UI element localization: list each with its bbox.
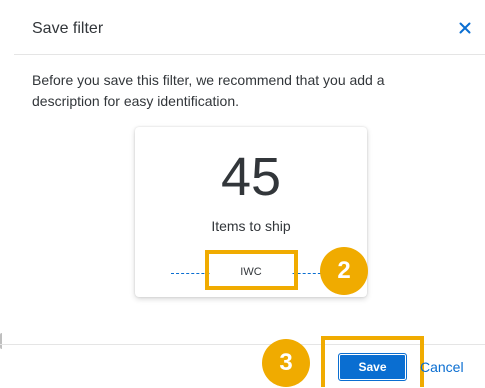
- highlight-box-input: [205, 250, 298, 290]
- dialog-description: Before you save this filter, we recommen…: [32, 72, 385, 109]
- step-2-badge: 2: [320, 247, 368, 295]
- dialog-title: Save filter: [32, 20, 104, 37]
- save-button[interactable]: Save: [338, 353, 407, 381]
- dialog-header: Save filter: [14, 0, 485, 55]
- kpi-value: 45: [220, 147, 282, 207]
- close-button[interactable]: [455, 18, 475, 38]
- cancel-button[interactable]: Cancel: [420, 353, 480, 381]
- save-filter-dialog: Save filter Before you save this filter,…: [0, 0, 485, 387]
- close-icon: [459, 22, 471, 34]
- step-3-badge: 3: [262, 339, 310, 387]
- kpi-label: Items to ship: [211, 218, 291, 234]
